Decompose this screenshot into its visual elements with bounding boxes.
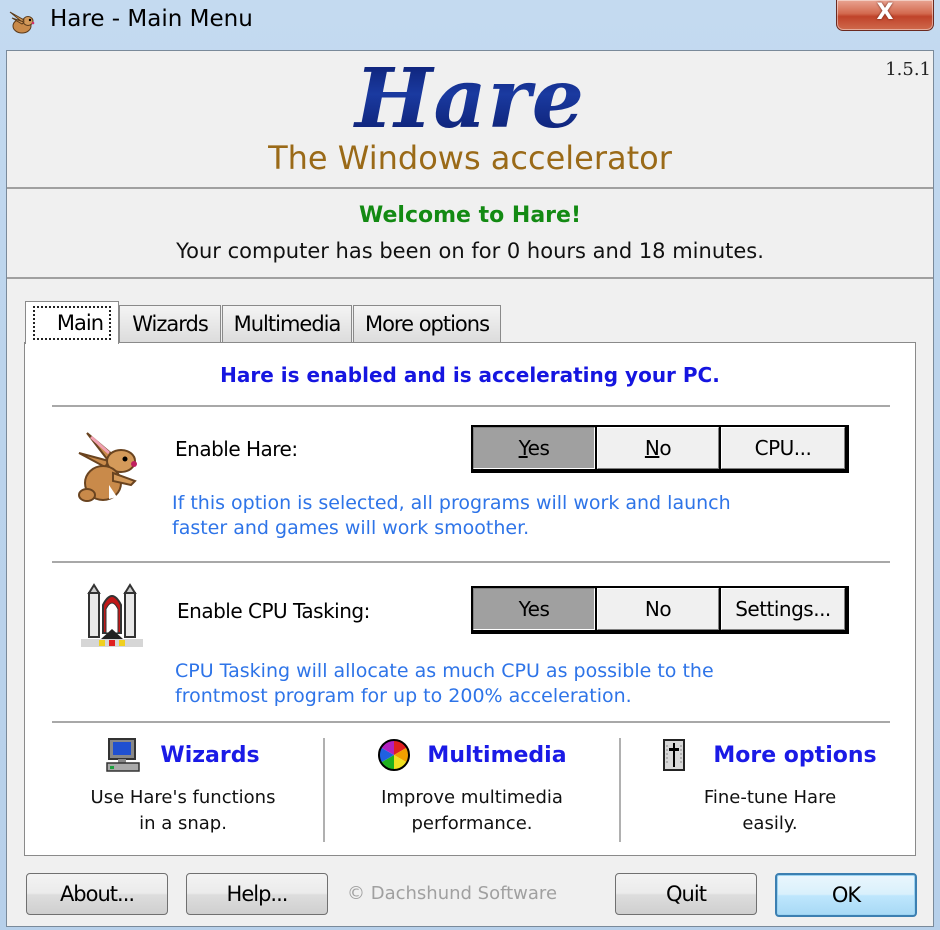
mnemonic: N — [644, 436, 660, 460]
more-options-description: Fine-tune Hare easily. — [625, 785, 915, 837]
main-tab-panel: Hare is enabled and is accelerating your… — [24, 342, 916, 856]
copyright-text: © Dachshund Software — [347, 883, 558, 904]
quit-button[interactable]: Quit — [615, 873, 757, 915]
description-line: faster and games will work smoother. — [172, 517, 530, 539]
main-window: Hare The Windows accelerator 1.5.1 Welco… — [6, 50, 934, 927]
enable-hare-yes-button[interactable]: Yes — [473, 427, 595, 469]
ok-button[interactable]: OK — [775, 873, 917, 917]
welcome-section: Welcome to Hare! Your computer has been … — [7, 189, 933, 279]
cpu-tasking-label: Enable CPU Tasking: — [177, 599, 370, 623]
cpu-tasking-yes-button[interactable]: Yes — [473, 588, 595, 630]
wizards-link[interactable]: Wizards — [160, 743, 259, 768]
tuning-panel-icon — [663, 739, 686, 771]
close-button[interactable]: X — [836, 0, 934, 31]
tab-multimedia[interactable]: Multimedia — [222, 305, 352, 342]
mnemonic: Y — [518, 436, 529, 460]
tab-main[interactable]: Main — [25, 301, 119, 344]
tab-more-options[interactable]: More options — [353, 305, 501, 342]
cpu-tasking-no-button[interactable]: No — [597, 588, 719, 630]
about-button[interactable]: About... — [26, 873, 168, 915]
more-options-link[interactable]: More options — [713, 743, 876, 768]
title-bar[interactable]: Hare - Main Menu X — [0, 0, 940, 46]
description-line: Use Hare's functions — [90, 787, 276, 808]
tab-main-label: Main — [32, 306, 112, 340]
column-divider — [323, 738, 325, 842]
window-title: Hare - Main Menu — [50, 6, 253, 32]
status-message: Hare is enabled and is accelerating your… — [220, 363, 720, 387]
description-line: performance. — [411, 813, 533, 834]
cpu-tasking-description: CPU Tasking will allocate as much CPU as… — [175, 659, 714, 709]
description-line: frontmost program for up to 200% acceler… — [175, 685, 632, 707]
description-line: easily. — [742, 813, 798, 834]
column-divider — [619, 738, 621, 842]
enable-hare-toggle: Yes No CPU... — [471, 425, 849, 473]
description-line: in a snap. — [139, 813, 227, 834]
divider — [52, 405, 890, 407]
hare-app-icon — [6, 8, 36, 36]
enable-hare-no-button[interactable]: No — [597, 427, 719, 469]
multimedia-description: Improve multimedia performance. — [327, 785, 617, 837]
label-rest: o — [659, 436, 672, 460]
divider — [52, 561, 890, 563]
multimedia-link[interactable]: Multimedia — [427, 743, 566, 768]
enable-hare-label: Enable Hare: — [175, 437, 298, 461]
wizards-description: Use Hare's functions in a snap. — [45, 785, 321, 837]
cpu-tasking-settings-button[interactable]: Settings... — [721, 588, 845, 630]
enable-hare-description: If this option is selected, all programs… — [172, 491, 731, 541]
description-line: Improve multimedia — [381, 787, 563, 808]
tab-wizards[interactable]: Wizards — [119, 305, 221, 342]
cpu-button[interactable]: CPU... — [721, 427, 845, 469]
more-options-shortcut[interactable]: More options Fine-tune Hare easily. — [625, 733, 915, 843]
header-banner: Hare The Windows accelerator 1.5.1 — [7, 51, 933, 189]
help-button[interactable]: Help... — [186, 873, 328, 915]
color-wheel-icon — [377, 738, 411, 772]
description-line: If this option is selected, all programs… — [172, 492, 731, 514]
app-tagline: The Windows accelerator — [268, 139, 672, 177]
version-label: 1.5.1 — [885, 59, 931, 80]
wizards-shortcut[interactable]: Wizards Use Hare's functions in a snap. — [45, 733, 321, 843]
space-shuttle-icon — [77, 583, 147, 653]
divider — [52, 721, 890, 723]
computer-icon — [106, 737, 141, 773]
description-line: CPU Tasking will allocate as much CPU as… — [175, 660, 714, 682]
label-rest: es — [527, 436, 550, 460]
rabbit-icon — [73, 429, 145, 505]
app-logo: Hare — [7, 51, 933, 147]
description-line: Fine-tune Hare — [703, 787, 837, 808]
multimedia-shortcut[interactable]: Multimedia Improve multimedia performanc… — [327, 733, 617, 843]
cpu-tasking-toggle: Yes No Settings... — [471, 586, 849, 634]
welcome-title: Welcome to Hare! — [359, 203, 581, 228]
uptime-text: Your computer has been on for 0 hours an… — [176, 239, 764, 263]
